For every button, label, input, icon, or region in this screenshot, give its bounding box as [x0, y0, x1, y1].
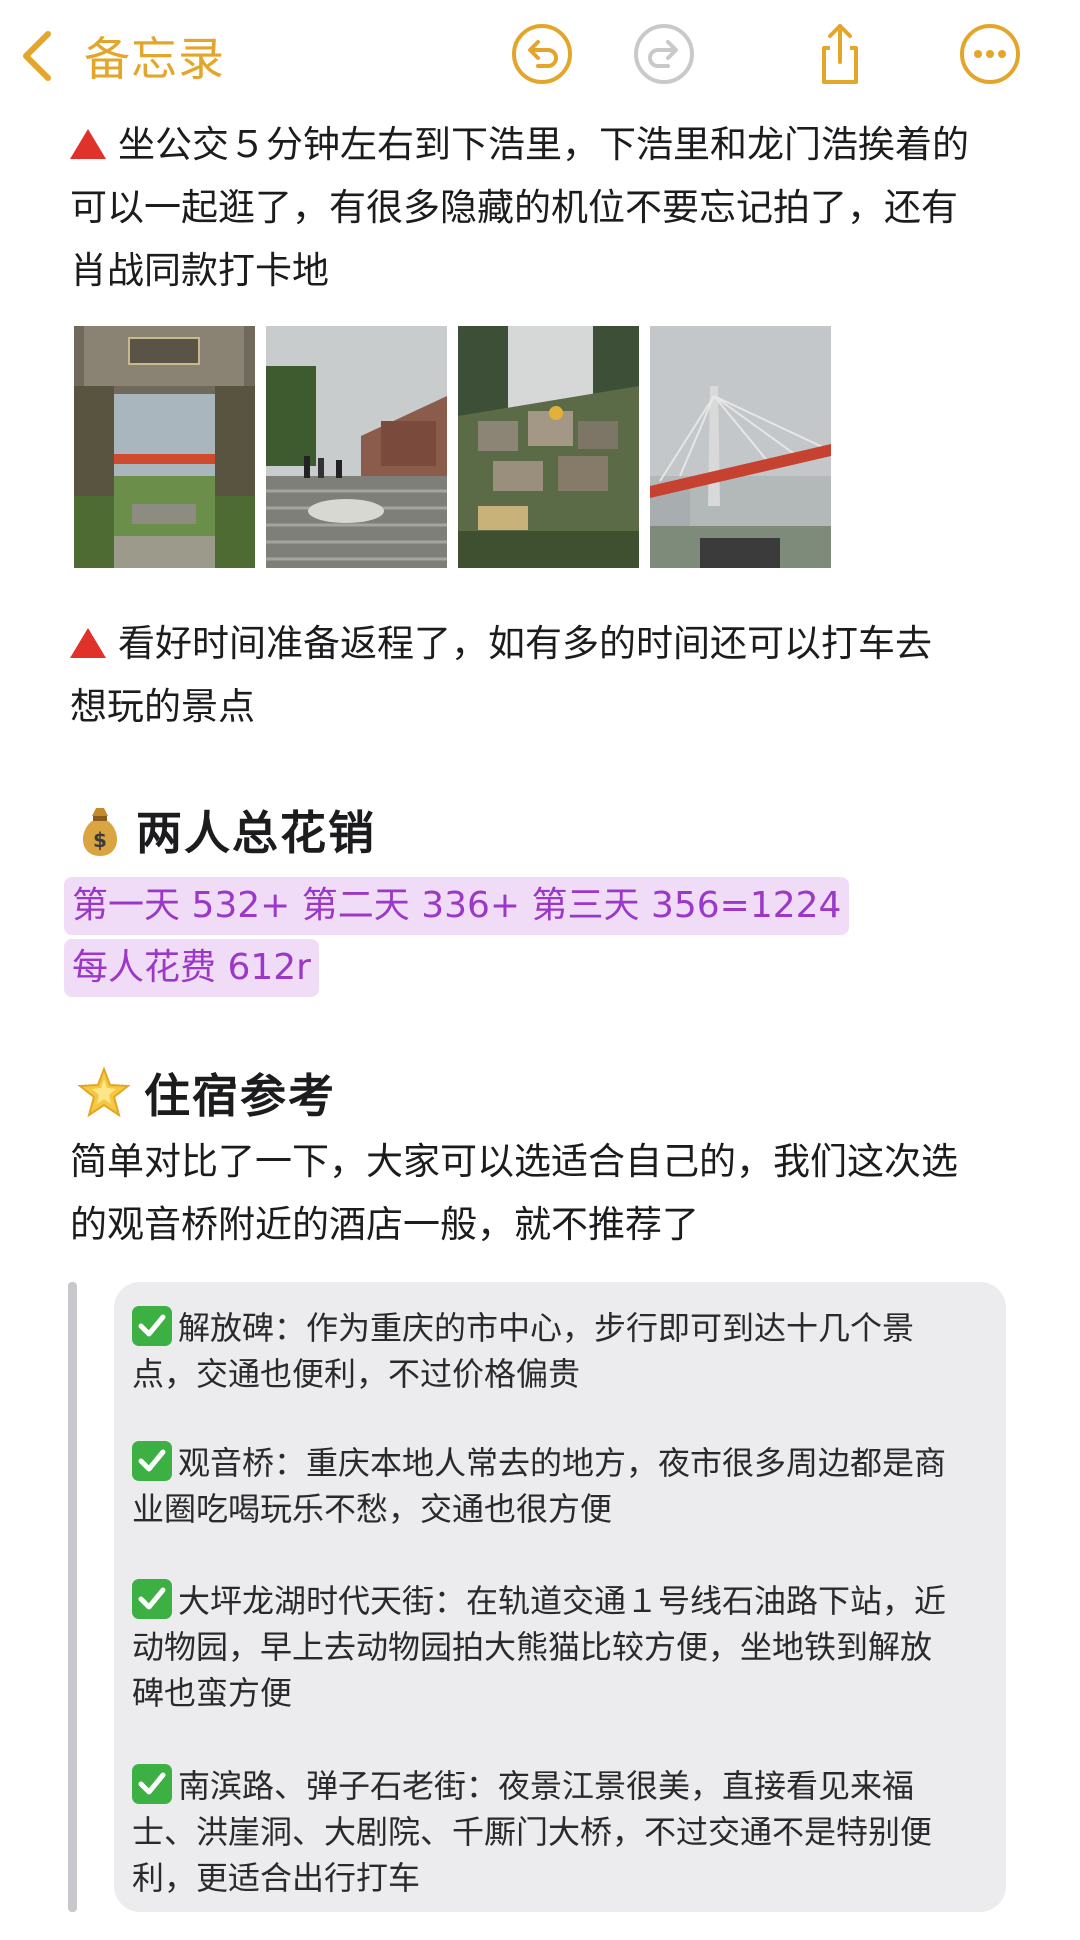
stay-heading: 住宿参考 — [76, 1058, 336, 1128]
item-line: 大坪龙湖时代天街：在轨道交通１号线石油路下站，近 — [132, 1578, 1002, 1624]
accommodation-item-jiefangbei: 解放碑：作为重庆的市中心，步行即可到达十几个景 点，交通也便利，不过价格偏贵 — [132, 1305, 1002, 1397]
item-line: 观音桥：重庆本地人常去的地方，夜市很多周边都是商 — [132, 1440, 1002, 1486]
paragraph-line: 简单对比了一下，大家可以选适合自己的，我们这次选 — [70, 1140, 958, 1183]
check-mark-icon — [132, 1764, 172, 1804]
cost-heading: $ 两人总花销 — [76, 795, 376, 865]
hillside-village-photo — [458, 326, 639, 568]
more-icon — [960, 24, 1020, 84]
paragraph-return-trip: 看好时间准备返程了，如有多的时间还可以打车去 想玩的景点 — [70, 612, 1010, 738]
per-person-cost: 每人花费 612r — [64, 939, 319, 997]
item-line: 点，交通也便利，不过价格偏贵 — [132, 1355, 581, 1393]
item-line: 士、洪崖洞、大剧院、千厮门大桥，不过交通不是特别便 — [132, 1813, 933, 1851]
paragraph-line: 看好时间准备返程了，如有多的时间还可以打车去 — [70, 612, 1010, 675]
more-options-button[interactable] — [958, 22, 1022, 86]
paragraph-bus-route: 坐公交５分钟左右到下浩里，下浩里和龙门浩挨着的 可以一起逛了，有很多隐藏的机位不… — [70, 113, 1010, 302]
paragraph-line: 的观音桥附近的酒店一般，就不推荐了 — [70, 1203, 699, 1246]
redo-button[interactable] — [632, 22, 696, 86]
accommodation-item-daping: 大坪龙湖时代天街：在轨道交通１号线石油路下站，近 动物园，早上去动物园拍大熊猫比… — [132, 1578, 1002, 1716]
arch-gate-photo — [74, 326, 255, 568]
back-label: 备忘录 — [84, 32, 225, 86]
paragraph-line: 坐公交５分钟左右到下浩里，下浩里和龙门浩挨着的 — [70, 113, 1010, 176]
item-line: 南滨路、弹子石老街：夜景江景很美，直接看见来福 — [132, 1763, 1002, 1809]
red-triangle-icon — [70, 129, 106, 159]
bridge-photo — [650, 326, 831, 568]
paragraph-line: 想玩的景点 — [70, 685, 255, 728]
heading-text: 两人总花销 — [136, 806, 376, 860]
paragraph-hotel-intro: 简单对比了一下，大家可以选适合自己的，我们这次选 的观音桥附近的酒店一般，就不推… — [70, 1130, 1010, 1256]
paragraph-line: 可以一起逛了，有很多隐藏的机位不要忘记拍了，还有 — [70, 186, 958, 229]
photo-thumbnail[interactable] — [650, 326, 831, 568]
item-line: 利，更适合出行打车 — [132, 1859, 421, 1897]
undo-button[interactable] — [510, 22, 574, 86]
stairs-wall-photo — [266, 326, 447, 568]
photo-strip — [74, 326, 831, 568]
check-mark-icon — [132, 1441, 172, 1481]
svg-text:$: $ — [93, 828, 107, 852]
heading-text: 住宿参考 — [144, 1069, 336, 1123]
accommodation-item-guanyinqiao: 观音桥：重庆本地人常去的地方，夜市很多周边都是商 业圈吃喝玩乐不愁，交通也很方便 — [132, 1440, 1002, 1532]
accommodation-item-nanbinlu: 南滨路、弹子石老街：夜景江景很美，直接看见来福 士、洪崖洞、大剧院、千厮门大桥，… — [132, 1763, 1002, 1901]
item-line: 碑也蛮方便 — [132, 1674, 293, 1712]
red-triangle-icon — [70, 628, 106, 658]
paragraph-line: 肖战同款打卡地 — [70, 249, 329, 292]
photo-thumbnail[interactable] — [266, 326, 447, 568]
item-line: 解放碑：作为重庆的市中心，步行即可到达十几个景 — [132, 1305, 1002, 1351]
share-button[interactable] — [808, 22, 872, 86]
item-line: 业圈吃喝玩乐不愁，交通也很方便 — [132, 1490, 613, 1528]
undo-icon — [512, 24, 572, 84]
check-mark-icon — [132, 1579, 172, 1619]
top-navigation-bar: 备忘录 — [0, 0, 1080, 112]
check-mark-icon — [132, 1306, 172, 1346]
quote-bar — [68, 1282, 77, 1912]
share-icon — [822, 24, 858, 84]
back-button[interactable]: 备忘录 — [18, 22, 225, 90]
photo-thumbnail[interactable] — [74, 326, 255, 568]
glowing-star-icon — [77, 1066, 131, 1118]
redo-icon — [634, 24, 694, 84]
chevron-left-icon — [23, 31, 51, 81]
daily-cost-summary: 第一天 532+ 第二天 336+ 第三天 356=1224 — [64, 877, 850, 935]
photo-thumbnail[interactable] — [458, 326, 639, 568]
money-bag-icon: $ — [82, 808, 118, 856]
item-line: 动物园，早上去动物园拍大熊猫比较方便，坐地铁到解放 — [132, 1628, 933, 1666]
